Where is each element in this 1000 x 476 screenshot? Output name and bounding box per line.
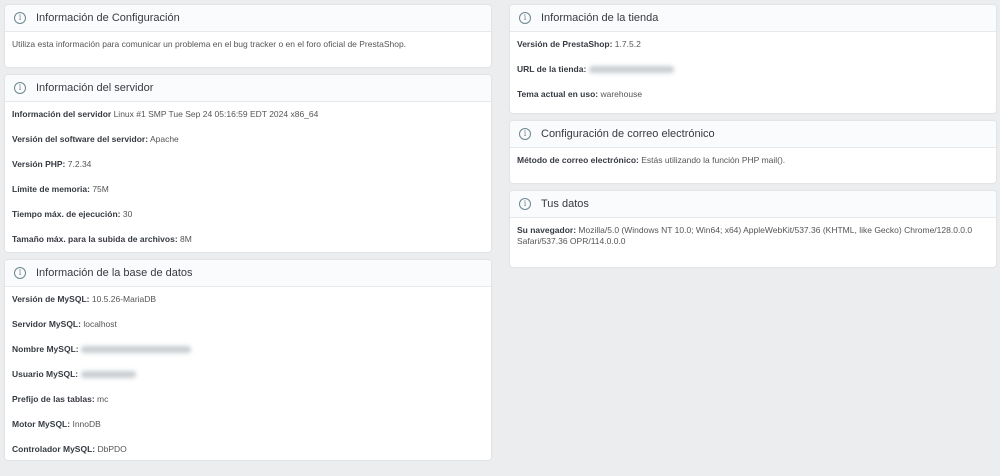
panel-title: Información de la tienda xyxy=(541,12,659,24)
info-row: Tema actual en uso: warehouse xyxy=(517,89,989,100)
store-panel: i Información de la tienda Versión de Pres… xyxy=(510,5,996,113)
row-value: localhost xyxy=(83,319,117,329)
info-row: Controlador MySQL: DbPDO xyxy=(12,444,484,455)
row-value: 30 xyxy=(122,209,133,219)
info-row: Versión de MySQL: 10.5.26-MariaDB xyxy=(12,294,484,305)
row-label: Su navegador: xyxy=(517,225,577,235)
info-row: Su navegador: Mozilla/5.0 (Windows NT 10… xyxy=(517,225,989,247)
row-label: Límite de memoria: xyxy=(12,184,90,194)
row-label: Prefijo de las tablas: xyxy=(12,394,95,404)
row-label: Servidor MySQL: xyxy=(12,319,81,329)
row-label: Usuario MySQL: xyxy=(12,369,79,379)
row-label: Método de correo electrónico: xyxy=(517,155,639,165)
info-row: Nombre MySQL: xyxy=(12,344,484,355)
row-value: 8M xyxy=(180,234,192,244)
row-label: Motor MySQL: xyxy=(12,419,71,429)
db-panel: i Información de la base de datos Versión … xyxy=(5,260,491,460)
server-panel: i Información del servidor Información del… xyxy=(5,75,491,252)
row-label: Nombre MySQL: xyxy=(12,344,79,354)
info-row: Motor MySQL: InnoDB xyxy=(12,419,484,430)
info-row: Tamaño máx. para la subida de archivos: … xyxy=(12,234,484,245)
row-label: Versión de MySQL: xyxy=(12,294,90,304)
info-row: Versión de PrestaShop: 1.7.5.2 xyxy=(517,39,989,50)
row-label: Tema actual en uso: xyxy=(517,89,599,99)
info-row: Versión del software del servidor: Apach… xyxy=(12,134,484,145)
info-row: Información del servidor Linux #1 SMP Tu… xyxy=(12,109,484,120)
row-label: Versión de PrestaShop: xyxy=(517,39,613,49)
row-label: URL de la tienda: xyxy=(517,64,587,74)
row-value: warehouse xyxy=(600,89,643,99)
row-label: Versión PHP: xyxy=(12,159,66,169)
panel-title: Información de Configuración xyxy=(36,12,180,24)
info-icon: i xyxy=(519,12,531,24)
panel-title: Configuración de correo electrónico xyxy=(541,128,715,140)
info-icon: i xyxy=(14,12,26,24)
row-value: Mozilla/5.0 (Windows NT 10.0; Win64; x64… xyxy=(517,225,973,246)
info-row: Límite de memoria: 75M xyxy=(12,184,484,195)
info-row: Tiempo máx. de ejecución: 30 xyxy=(12,209,484,220)
row-value: Linux #1 SMP Tue Sep 24 05:16:59 EDT 202… xyxy=(113,109,319,119)
panel-title: Información del servidor xyxy=(36,82,154,94)
row-value: 7.2.34 xyxy=(67,159,92,169)
info-row: Servidor MySQL: localhost xyxy=(12,319,484,330)
info-row: Método de correo electrónico: Estás util… xyxy=(517,155,989,166)
row-value: Estás utilizando la función PHP mail(). xyxy=(641,155,786,165)
redacted-value xyxy=(80,346,191,354)
row-value: 75M xyxy=(92,184,109,194)
info-icon: i xyxy=(14,82,26,94)
row-value: 1.7.5.2 xyxy=(614,39,641,49)
config-text: Utiliza esta información para comunicar … xyxy=(12,39,407,49)
row-label: Información del servidor xyxy=(12,109,112,119)
info-row: Versión PHP: 7.2.34 xyxy=(12,159,484,170)
row-value: DbPDO xyxy=(97,444,127,454)
row-label: Tamaño máx. para la subida de archivos: xyxy=(12,234,178,244)
panel-title: Información de la base de datos xyxy=(36,267,193,279)
your-data-panel: i Tus datos Su navegador: Mozilla/5.0 (Win… xyxy=(510,191,996,267)
row-label: Tiempo máx. de ejecución: xyxy=(12,209,121,219)
info-icon: i xyxy=(519,198,531,210)
redacted-value xyxy=(588,66,674,74)
redacted-value xyxy=(80,371,136,379)
info-row: Prefijo de las tablas: mc xyxy=(12,394,484,405)
row-value: Apache xyxy=(149,134,179,144)
row-label: Controlador MySQL: xyxy=(12,444,96,454)
row-value: 10.5.26-MariaDB xyxy=(91,294,157,304)
row-value: InnoDB xyxy=(72,419,101,429)
info-icon: i xyxy=(14,267,26,279)
panel-title: Tus datos xyxy=(541,198,589,210)
info-icon: i xyxy=(519,128,531,140)
info-row: URL de la tienda: xyxy=(517,64,989,75)
config-panel: i Información de Configuración Utiliza es… xyxy=(5,5,491,67)
mail-panel: i Configuración de correo electrónico Méto… xyxy=(510,121,996,183)
row-label: Versión del software del servidor: xyxy=(12,134,149,144)
row-value: mc xyxy=(97,394,109,404)
info-row: Usuario MySQL: xyxy=(12,369,484,380)
